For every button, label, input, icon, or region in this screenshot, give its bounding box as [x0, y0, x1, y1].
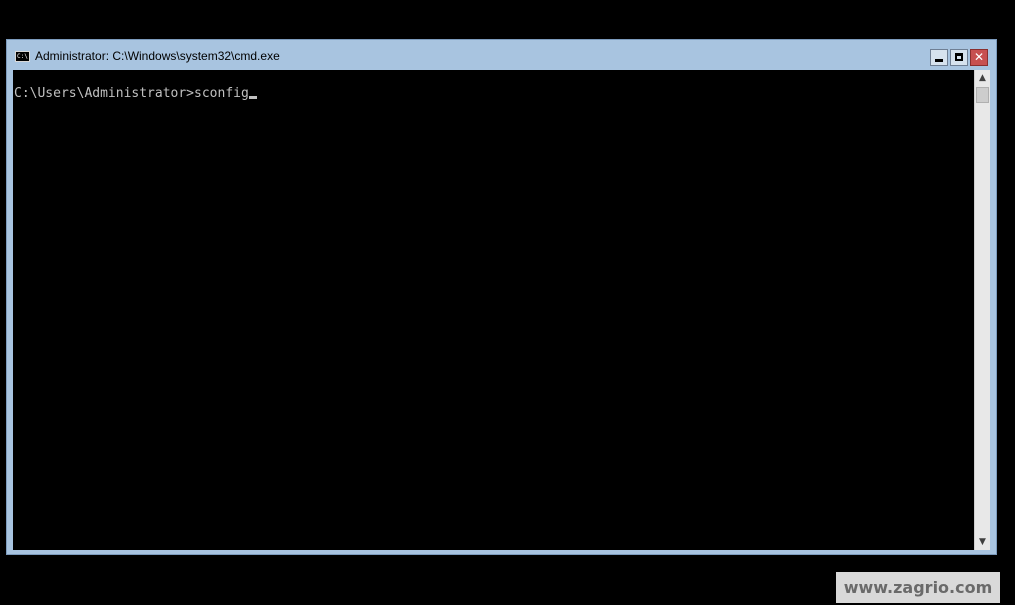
scroll-up-arrow-icon[interactable]: ▲ — [975, 70, 990, 86]
title-bar[interactable]: C:\ Administrator: C:\Windows\system32\c… — [7, 40, 996, 70]
console-prompt: C:\Users\Administrator> — [14, 86, 195, 101]
maximize-button[interactable] — [950, 49, 968, 66]
watermark: www.zagrio.com — [836, 572, 1000, 603]
scroll-thumb[interactable] — [976, 87, 989, 103]
minimize-icon — [935, 59, 943, 62]
window-title: Administrator: C:\Windows\system32\cmd.e… — [35, 49, 280, 63]
vertical-scrollbar[interactable]: ▲ ▼ — [974, 70, 990, 550]
close-button[interactable]: ✕ — [970, 49, 988, 66]
scroll-down-arrow-icon[interactable]: ▼ — [975, 534, 990, 550]
maximize-icon — [955, 53, 963, 61]
cmd-window: C:\ Administrator: C:\Windows\system32\c… — [6, 39, 997, 555]
console-line: C:\Users\Administrator>sconfig — [14, 87, 257, 101]
cmd-icon[interactable]: C:\ — [15, 51, 30, 62]
minimize-button[interactable] — [930, 49, 948, 66]
text-cursor — [248, 96, 257, 99]
console-command: sconfig — [194, 86, 249, 101]
console-area[interactable]: C:\Users\Administrator>sconfig — [13, 70, 974, 550]
close-icon: ✕ — [973, 50, 985, 64]
